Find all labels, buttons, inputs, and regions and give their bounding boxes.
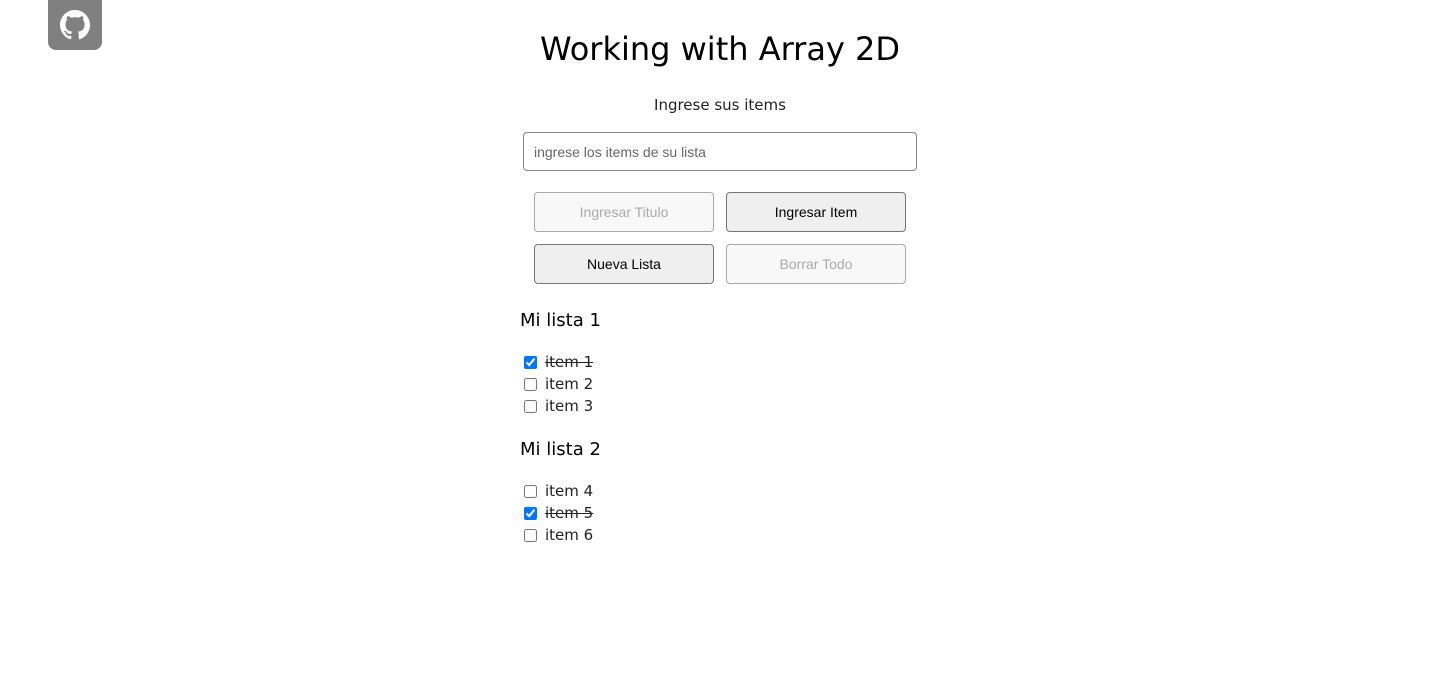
item-checkbox[interactable] — [524, 399, 537, 413]
list-item[interactable]: item 4 — [520, 480, 920, 502]
item-checkbox[interactable] — [524, 506, 537, 520]
item-checkbox[interactable] — [524, 528, 537, 542]
list-item[interactable]: item 1 — [520, 351, 920, 373]
list-title: Mi lista 1 — [520, 310, 601, 331]
list-item[interactable]: item 3 — [520, 395, 920, 417]
item-label: item 4 — [545, 482, 594, 500]
item-label: item 2 — [545, 375, 594, 393]
item-label: item 1 — [545, 353, 594, 371]
add-item-button[interactable]: Ingresar Item — [726, 192, 906, 232]
item-label: item 3 — [545, 397, 594, 415]
item-checkbox[interactable] — [524, 484, 537, 498]
list-item[interactable]: item 5 — [520, 502, 920, 524]
list-item[interactable]: item 2 — [520, 373, 920, 395]
list-1: Mi lista 1 item 1 item 2 item 3 — [520, 309, 920, 417]
item-input[interactable] — [523, 132, 917, 171]
new-list-button[interactable]: Nueva Lista — [534, 244, 714, 284]
item-checkbox[interactable] — [524, 355, 537, 369]
list-item[interactable]: item 6 — [520, 524, 920, 546]
item-label: item 5 — [545, 504, 594, 522]
item-label: item 6 — [545, 526, 594, 544]
page-title: Working with Array 2D — [539, 30, 901, 68]
add-title-button[interactable]: Ingresar Titulo — [534, 192, 714, 232]
item-checkbox[interactable] — [524, 377, 537, 391]
list-2: Mi lista 2 item 4 item 5 item 6 — [520, 438, 920, 546]
input-prompt-label: Ingrese sus items — [654, 96, 786, 114]
clear-all-button[interactable]: Borrar Todo — [726, 244, 906, 284]
list-title: Mi lista 2 — [520, 439, 601, 460]
